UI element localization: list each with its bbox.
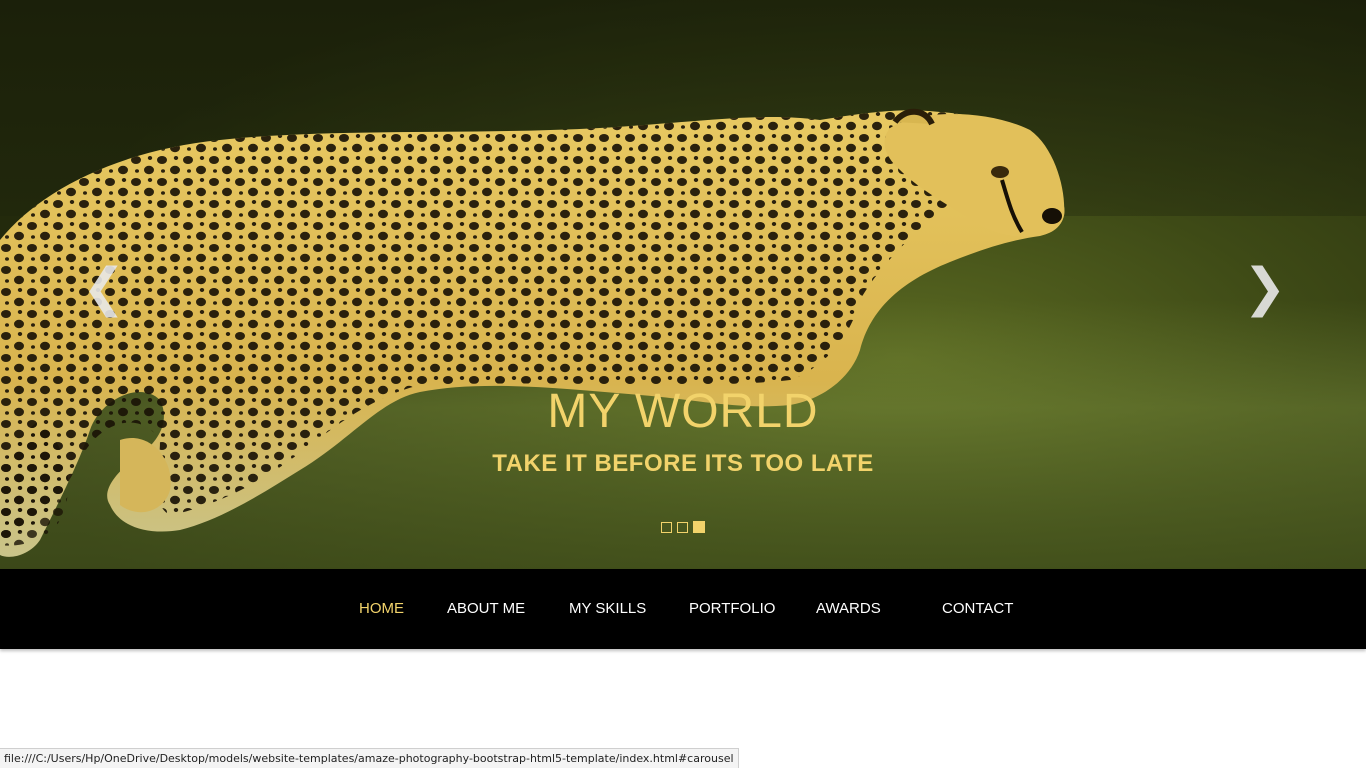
carousel-indicator-2[interactable] [677,522,688,533]
nav-item-home[interactable]: HOME [359,569,404,649]
carousel-next-button[interactable]: ❯ [1243,258,1287,318]
browser-status-bar: file:///C:/Users/Hp/OneDrive/Desktop/mod… [0,748,739,768]
hero-carousel: ❮ ❯ MY WORLD TAKE IT BEFORE ITS TOO LATE [0,0,1366,569]
nav-item-about-me[interactable]: ABOUT ME [447,569,525,649]
carousel-indicator-1[interactable] [661,522,672,533]
carousel-indicator-3[interactable] [693,521,705,533]
nav-item-awards[interactable]: AWARDS [816,569,881,649]
cheetah-image [0,108,1065,557]
chevron-left-icon: ❮ [82,258,126,318]
chevron-right-icon: ❯ [1243,258,1287,318]
carousel-prev-button[interactable]: ❮ [82,258,126,318]
main-navbar: HOME ABOUT ME MY SKILLS PORTFOLIO AWARDS… [0,569,1366,649]
nav-item-my-skills[interactable]: MY SKILLS [569,569,646,649]
carousel-indicators [661,521,705,534]
carousel-title: MY WORLD [547,385,819,438]
carousel-subtitle: TAKE IT BEFORE ITS TOO LATE [492,450,874,477]
nav-item-portfolio[interactable]: PORTFOLIO [689,569,775,649]
nav-item-contact[interactable]: CONTACT [942,569,1013,649]
carousel-caption: MY WORLD TAKE IT BEFORE ITS TOO LATE [0,382,1366,478]
